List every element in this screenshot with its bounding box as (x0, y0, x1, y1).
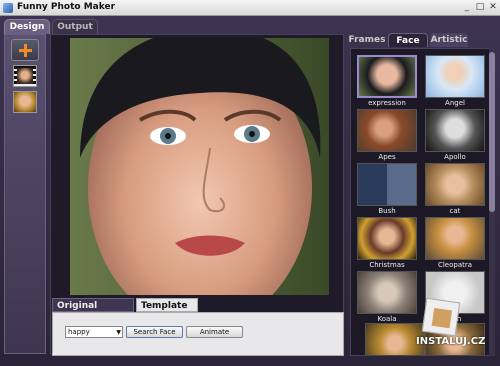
template-thumb (425, 109, 485, 152)
watermark: INSTALUJ.CZ (416, 297, 496, 360)
template-label: Christmas (369, 261, 405, 269)
template-item-angel[interactable]: Angel (425, 55, 485, 109)
face-image (70, 38, 329, 295)
close-button[interactable]: ✕ (487, 2, 499, 13)
template-label: cat (449, 207, 461, 215)
template-item-expression[interactable]: expression (357, 55, 417, 109)
tab-template-edit[interactable]: Template Edit (136, 298, 198, 325)
app-icon (3, 3, 13, 13)
template-label: Koala (377, 315, 397, 323)
tab-output[interactable]: Output (52, 19, 98, 34)
template-thumb (357, 55, 417, 98)
template-item-cat[interactable]: cat (425, 163, 485, 217)
chevron-down-icon: ▼ (116, 329, 121, 336)
tab-original-image-edit[interactable]: Original Image Edit (52, 298, 134, 325)
template-label: Apes (378, 153, 396, 161)
expression-select[interactable]: happy ▼ (65, 326, 123, 338)
window-title: Funny Photo Maker (17, 2, 116, 12)
template-label: Cleopatra (437, 261, 473, 269)
template-item-koala[interactable]: Koala (357, 271, 417, 325)
template-label: Bush (378, 207, 396, 215)
template-thumb (357, 163, 417, 206)
watermark-logo-icon (421, 297, 461, 337)
tab-artistic[interactable]: Artistic (430, 33, 468, 47)
template-thumb (425, 163, 485, 206)
template-thumb (357, 217, 417, 260)
main-photo[interactable] (70, 38, 329, 295)
scrollbar-thumb[interactable] (489, 52, 495, 212)
tab-frames[interactable]: Frames (348, 33, 386, 47)
template-label: expression (368, 99, 406, 107)
search-face-button[interactable]: Search Face (126, 326, 183, 338)
template-item-cleopatra[interactable]: Cleopatra (425, 217, 485, 271)
template-edit-panel: happy ▼ Search Face Animate (52, 312, 344, 356)
expression-select-value: happy (68, 328, 90, 336)
template-item-apes[interactable]: Apes (357, 109, 417, 163)
template-thumb (425, 55, 485, 98)
maximize-button[interactable]: □ (474, 2, 486, 13)
template-item-christmas[interactable]: Christmas (357, 217, 417, 271)
template-item-apollo[interactable]: Apollo (425, 109, 485, 163)
watermark-text: INSTALUJ.CZ (416, 336, 486, 347)
animate-button[interactable]: Animate (186, 326, 243, 338)
tab-face-fun[interactable]: Face fun (388, 33, 428, 60)
minimize-button[interactable]: _ (461, 2, 473, 13)
thumbnail-film[interactable] (13, 65, 37, 87)
thumbnail-photo[interactable] (13, 91, 37, 113)
template-label: Apollo (444, 153, 466, 161)
thumbnail-panel (4, 34, 46, 354)
add-photo-button[interactable] (11, 39, 39, 61)
title-bar: Funny Photo Maker _ □ ✕ (0, 0, 500, 16)
tab-design[interactable]: Design (4, 19, 50, 34)
template-thumb (357, 109, 417, 152)
template-label: Angel (445, 99, 465, 107)
template-item-bush[interactable]: Bush (357, 163, 417, 217)
template-thumb (425, 217, 485, 260)
template-thumb (357, 271, 417, 314)
